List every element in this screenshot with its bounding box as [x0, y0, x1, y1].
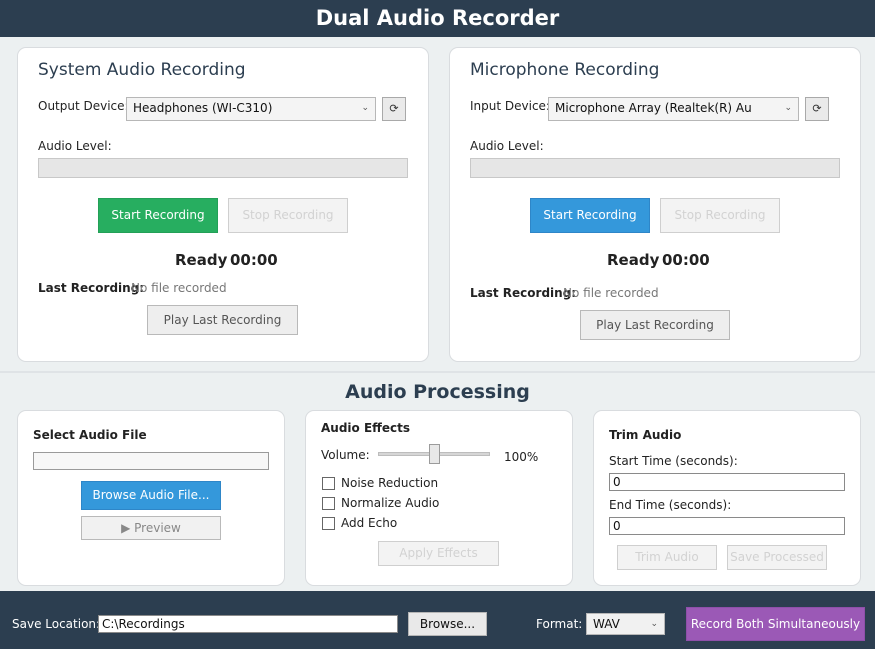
microphone-title: Microphone Recording [470, 60, 660, 80]
trim-audio-button[interactable]: Trim Audio [617, 545, 717, 570]
system-audio-title: System Audio Recording [38, 60, 246, 80]
mic-last-recording-value: No file recorded [563, 286, 659, 300]
format-select[interactable]: WAV ⌄ [586, 613, 665, 635]
normalize-audio-label: Normalize Audio [341, 496, 440, 510]
refresh-icon: ⟳ [389, 102, 399, 115]
output-device-label: Output Device: [38, 99, 129, 113]
save-processed-button[interactable]: Save Processed [727, 545, 827, 570]
volume-value: 100% [504, 450, 539, 464]
system-start-recording-button[interactable]: Start Recording [98, 198, 218, 233]
add-echo-checkbox[interactable] [322, 517, 335, 530]
section-divider [0, 371, 875, 373]
output-device-select[interactable]: Headphones (WI-C310) ⌄ [126, 97, 376, 121]
noise-reduction-label: Noise Reduction [341, 476, 439, 490]
add-echo-label: Add Echo [341, 516, 398, 530]
refresh-output-button[interactable]: ⟳ [382, 97, 406, 121]
mic-timer: 00:00 [662, 251, 710, 269]
browse-save-location-button[interactable]: Browse... [408, 612, 487, 636]
audio-effects-title: Audio Effects [321, 421, 411, 435]
volume-slider[interactable] [378, 444, 490, 464]
system-last-recording-label: Last Recording: [38, 281, 145, 295]
mic-play-last-recording-button[interactable]: Play Last Recording [580, 310, 730, 340]
start-time-label: Start Time (seconds): [609, 454, 738, 468]
audio-processing-title: Audio Processing [345, 381, 530, 403]
mic-start-recording-button[interactable]: Start Recording [530, 198, 650, 233]
save-location-input[interactable]: C:\Recordings [98, 615, 398, 633]
mic-audio-level-label: Audio Level: [470, 139, 544, 153]
mic-last-recording-label: Last Recording: [470, 286, 577, 300]
noise-reduction-checkbox[interactable] [322, 477, 335, 490]
volume-slider-thumb[interactable] [429, 444, 440, 464]
system-timer: 00:00 [230, 251, 278, 269]
input-device-select[interactable]: Microphone Array (Realtek(R) Au ⌄ [548, 97, 799, 121]
apply-effects-button[interactable]: Apply Effects [378, 541, 499, 566]
chevron-down-icon: ⌄ [784, 103, 792, 113]
app-title: Dual Audio Recorder [0, 0, 875, 37]
record-both-button[interactable]: Record Both Simultaneously [686, 607, 865, 641]
chevron-down-icon: ⌄ [361, 103, 369, 113]
normalize-audio-checkbox[interactable] [322, 497, 335, 510]
trim-audio-title: Trim Audio [609, 428, 682, 442]
system-audio-level-meter [38, 158, 408, 178]
input-device-value: Microphone Array (Realtek(R) Au [555, 101, 752, 115]
format-label: Format: [536, 617, 583, 631]
browse-audio-file-button[interactable]: Browse Audio File... [81, 481, 221, 510]
system-stop-recording-button[interactable]: Stop Recording [228, 198, 348, 233]
mic-audio-level-meter [470, 158, 840, 178]
refresh-icon: ⟳ [812, 102, 822, 115]
system-play-last-recording-button[interactable]: Play Last Recording [147, 305, 298, 335]
save-location-label: Save Location: [12, 617, 101, 631]
preview-button[interactable]: ▶ Preview [81, 516, 221, 540]
refresh-input-button[interactable]: ⟳ [805, 97, 829, 121]
chevron-down-icon: ⌄ [650, 619, 658, 629]
volume-label: Volume: [321, 448, 370, 462]
select-audio-file-title: Select Audio File [33, 428, 147, 442]
audio-file-path-input[interactable] [33, 452, 269, 470]
output-device-value: Headphones (WI-C310) [133, 101, 273, 115]
input-device-label: Input Device: [470, 99, 550, 113]
system-last-recording-value: No file recorded [131, 281, 227, 295]
mic-status: Ready [607, 251, 660, 269]
end-time-label: End Time (seconds): [609, 498, 732, 512]
end-time-input[interactable]: 0 [609, 517, 845, 535]
system-audio-level-label: Audio Level: [38, 139, 112, 153]
mic-stop-recording-button[interactable]: Stop Recording [660, 198, 780, 233]
format-value: WAV [593, 617, 620, 631]
start-time-input[interactable]: 0 [609, 473, 845, 491]
system-status: Ready [175, 251, 228, 269]
